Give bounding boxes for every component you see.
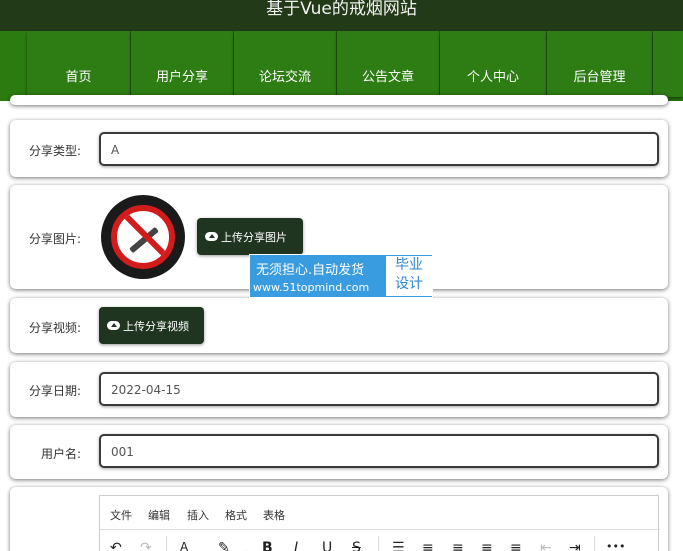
- editor-menu-format[interactable]: 格式: [225, 507, 247, 523]
- nav-item-personal-center[interactable]: 个人中心: [440, 31, 547, 97]
- editor-menu-insert[interactable]: 插入: [187, 507, 209, 523]
- watermark-badge-top: 毕业: [395, 257, 423, 273]
- toolbar-divider: [378, 536, 379, 551]
- watermark-url: www.51topmind.com: [253, 281, 370, 294]
- more-options-icon[interactable]: •••: [606, 540, 625, 551]
- share-type-label: 分享类型:: [28, 144, 81, 158]
- share-date-label: 分享日期:: [28, 384, 81, 398]
- upload-image-button-label: 上传分享图片: [221, 230, 287, 244]
- editor-menu-file[interactable]: 文件: [110, 507, 132, 523]
- username-input[interactable]: 001: [99, 434, 659, 468]
- cloud-upload-icon: [205, 232, 218, 241]
- watermark-badge: 毕业 设计: [386, 256, 432, 296]
- rich-text-editor[interactable]: 文件 编辑 插入 格式 表格 ↶ ↷ A ⌄ ✎ ⌄ B I U S ☰ ≡ ≡…: [99, 495, 660, 551]
- align-right-icon[interactable]: ≡: [481, 540, 493, 551]
- nav-item-overflow[interactable]: [653, 31, 683, 97]
- no-smoking-sign: [111, 205, 175, 269]
- toolbar-divider: [166, 536, 167, 551]
- indent-icon[interactable]: ⇥: [569, 540, 581, 551]
- username-card: 用户名: 001: [10, 425, 668, 479]
- main-nav: 首页 用户分享 论坛交流 公告文章 个人中心 后台管理: [0, 31, 683, 101]
- strikethrough-icon[interactable]: S: [352, 540, 361, 551]
- share-video-label: 分享视频:: [28, 321, 81, 335]
- watermark-badge-bottom: 设计: [395, 276, 423, 292]
- justify-icon[interactable]: ≡: [510, 540, 522, 551]
- align-left-icon[interactable]: ≡: [422, 540, 434, 551]
- undo-icon[interactable]: ↶: [110, 540, 122, 551]
- align-center-icon[interactable]: ≡: [452, 540, 464, 551]
- upload-image-button[interactable]: 上传分享图片: [197, 218, 303, 255]
- toolbar-divider: [594, 536, 595, 551]
- form-card-partial: [10, 95, 668, 105]
- italic-icon[interactable]: I: [294, 540, 298, 551]
- username-label: 用户名:: [40, 447, 81, 461]
- nav-item-user-share[interactable]: 用户分享: [131, 31, 234, 97]
- share-type-input[interactable]: A: [99, 132, 659, 166]
- line-height-icon[interactable]: ☰: [392, 540, 405, 551]
- content-editor-card: 文件 编辑 插入 格式 表格 ↶ ↷ A ⌄ ✎ ⌄ B I U S ☰ ≡ ≡…: [10, 487, 668, 551]
- nav-item-admin[interactable]: 后台管理: [547, 31, 653, 97]
- chevron-down-icon[interactable]: ⌄: [200, 546, 208, 551]
- site-title: 基于Vue的戒烟网站: [266, 0, 417, 19]
- nav-item-home[interactable]: 首页: [27, 31, 131, 97]
- editor-menu-edit[interactable]: 编辑: [148, 507, 170, 523]
- font-color-icon[interactable]: A: [180, 540, 188, 551]
- share-date-input[interactable]: 2022-04-15: [99, 372, 659, 406]
- highlight-pen-icon[interactable]: ✎: [218, 540, 230, 551]
- chevron-down-icon[interactable]: ⌄: [242, 546, 250, 551]
- share-video-card: 分享视频: 上传分享视频: [10, 298, 668, 353]
- watermark-banner: 无须担心.自动发货 www.51topmind.com 毕业 设计: [249, 254, 433, 298]
- editor-toolbar: ↶ ↷ A ⌄ ✎ ⌄ B I U S ☰ ≡ ≡ ≡ ≡ ⇤ ⇥ •••: [100, 529, 660, 551]
- underline-icon[interactable]: U: [322, 540, 332, 551]
- outdent-icon[interactable]: ⇤: [540, 540, 552, 551]
- share-image-label: 分享图片:: [28, 232, 81, 246]
- editor-menu-table[interactable]: 表格: [263, 507, 285, 523]
- upload-video-button[interactable]: 上传分享视频: [99, 307, 204, 344]
- cloud-upload-icon: [107, 321, 120, 330]
- redo-icon[interactable]: ↷: [140, 540, 152, 551]
- watermark-text-block: 无须担心.自动发货 www.51topmind.com: [250, 255, 384, 297]
- nav-item-announcements[interactable]: 公告文章: [337, 31, 440, 97]
- bold-icon[interactable]: B: [262, 540, 273, 551]
- prohibition-slash: [119, 211, 169, 263]
- nav-item-forum[interactable]: 论坛交流: [234, 31, 337, 97]
- upload-video-button-label: 上传分享视频: [123, 319, 189, 333]
- share-image-preview[interactable]: [101, 195, 185, 279]
- site-title-bar: 基于Vue的戒烟网站: [0, 0, 683, 31]
- share-type-card: 分享类型: A: [10, 120, 668, 177]
- watermark-slogan: 无须担心.自动发货: [256, 263, 365, 278]
- share-date-card: 分享日期: 2022-04-15: [10, 362, 668, 417]
